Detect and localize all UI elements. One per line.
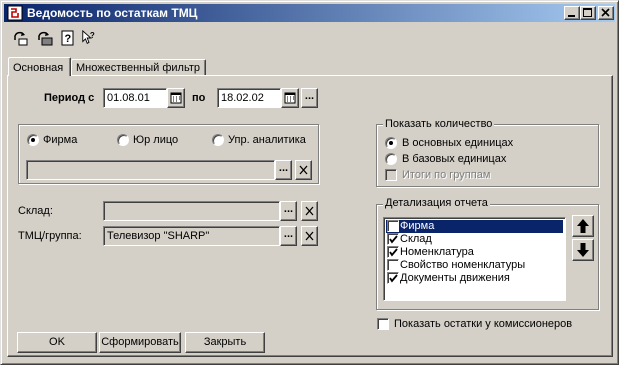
ok-button[interactable]: OK	[17, 332, 97, 353]
warehouse-select-label: ...	[283, 203, 294, 215]
report-window: Ведомость по остаткам ТМЦ ? ? Основная М…	[0, 0, 619, 365]
radio-legal-entity[interactable]	[117, 134, 129, 146]
show-commission-checkbox[interactable]	[377, 318, 389, 330]
item-group-select-button[interactable]: ...	[280, 226, 297, 246]
tab-main-label: Основная	[13, 62, 64, 74]
item-group-clear-button[interactable]	[301, 226, 318, 246]
entity-clear-button[interactable]	[295, 160, 312, 180]
detail-title: Детализация отчета	[383, 197, 490, 209]
radio-legal-entity-label: Юр лицо	[133, 134, 179, 146]
checkmark-icon	[389, 274, 398, 283]
radio-firm-label: Фирма	[43, 134, 78, 146]
calendar-icon	[170, 92, 182, 104]
entity-select-label: ...	[278, 162, 289, 174]
warehouse-input[interactable]	[103, 201, 280, 221]
help-icon[interactable]: ?	[60, 30, 76, 46]
window-title: Ведомость по остаткам ТМЦ	[27, 6, 198, 20]
item-group-value: Телевизор "SHARP"	[107, 230, 210, 242]
minimize-button[interactable]	[564, 6, 580, 20]
minimize-icon	[568, 15, 575, 17]
close-window-button[interactable]	[598, 6, 614, 20]
radio-mgmt-analytics[interactable]	[212, 134, 224, 146]
period-label: Период с	[44, 92, 95, 104]
detail-item-firm-checkbox[interactable]	[387, 220, 399, 232]
radio-base-units-label: В основных единицах	[402, 137, 514, 149]
app-icon	[7, 5, 23, 21]
close-button[interactable]: Закрыть	[185, 332, 265, 353]
period-to-value: 18.02.02	[221, 92, 264, 104]
warehouse-label: Склад:	[18, 205, 53, 217]
tab-multi-filter-label: Множественный фильтр	[76, 62, 200, 74]
move-down-button[interactable]	[572, 239, 594, 261]
detail-list[interactable]: Фирма Склад Номенклатура Свойство номенк…	[383, 217, 566, 301]
radio-base-units[interactable]	[385, 137, 397, 149]
move-up-button[interactable]	[572, 215, 594, 237]
clear-icon	[299, 165, 308, 175]
period-from-calendar-button[interactable]	[167, 88, 185, 108]
print-icon[interactable]	[37, 30, 53, 46]
radio-basic-units[interactable]	[385, 153, 397, 165]
close-icon	[601, 8, 610, 17]
clear-icon	[305, 206, 314, 216]
maximize-icon	[583, 8, 592, 17]
detail-item-nomenclature-property[interactable]: Свойство номенклатуры	[386, 259, 563, 272]
detail-item-nomenclature-property-checkbox[interactable]	[387, 259, 399, 271]
svg-text:?: ?	[90, 31, 95, 40]
clear-icon	[305, 231, 314, 241]
detail-item-movement-docs[interactable]: Документы движения	[386, 272, 563, 285]
show-commission-label: Показать остатки у комиссионеров	[394, 318, 573, 330]
close-button-label: Закрыть	[203, 336, 247, 348]
period-to-calendar-button[interactable]	[281, 88, 299, 108]
checkmark-icon	[389, 248, 398, 257]
detail-item-nomenclature-checkbox[interactable]	[387, 246, 399, 258]
group-totals-checkbox[interactable]	[385, 169, 397, 181]
detail-item-nomenclature-label: Номенклатура	[400, 246, 474, 258]
calendar-icon	[284, 92, 296, 104]
context-help-icon[interactable]: ?	[81, 30, 97, 46]
radio-basic-units-label: В базовых единицах	[402, 153, 507, 165]
checkmark-icon	[389, 235, 398, 244]
arrow-up-icon	[577, 219, 589, 233]
ok-button-label: OK	[49, 336, 65, 348]
print-preview-icon[interactable]	[13, 30, 29, 46]
detail-item-firm[interactable]: Фирма	[386, 220, 563, 233]
entity-value-input[interactable]	[26, 160, 275, 180]
warehouse-select-button[interactable]: ...	[280, 201, 297, 221]
tab-main[interactable]: Основная	[8, 57, 71, 76]
detail-item-warehouse-checkbox[interactable]	[387, 233, 399, 245]
tab-multi-filter[interactable]: Множественный фильтр	[71, 59, 206, 76]
detail-item-movement-docs-label: Документы движения	[400, 272, 510, 284]
period-to-input[interactable]: 18.02.02	[217, 88, 281, 108]
period-to-label: по	[192, 92, 206, 104]
arrow-down-icon	[577, 243, 589, 257]
period-from-input[interactable]: 01.08.01	[103, 88, 167, 108]
item-group-select-label: ...	[283, 228, 294, 240]
period-more-label: ...	[304, 90, 315, 102]
group-totals-label: Итоги по группам	[402, 169, 491, 181]
entity-select-button[interactable]: ...	[275, 160, 292, 180]
radio-mgmt-analytics-label: Упр. аналитика	[228, 134, 306, 146]
svg-text:?: ?	[65, 33, 72, 45]
detail-item-nomenclature[interactable]: Номенклатура	[386, 246, 563, 259]
detail-item-warehouse[interactable]: Склад	[386, 233, 563, 246]
detail-item-firm-label: Фирма	[400, 220, 435, 232]
warehouse-clear-button[interactable]	[301, 201, 318, 221]
item-group-label: ТМЦ/группа:	[18, 230, 82, 242]
generate-button-label: Сформировать	[101, 336, 179, 348]
detail-item-warehouse-label: Склад	[400, 233, 432, 245]
period-more-button[interactable]: ...	[301, 88, 318, 108]
generate-button[interactable]: Сформировать	[99, 332, 181, 353]
detail-item-nomenclature-property-label: Свойство номенклатуры	[400, 259, 526, 271]
radio-firm[interactable]	[27, 134, 39, 146]
show-quantity-title: Показать количество	[383, 118, 495, 130]
title-bar[interactable]: Ведомость по остаткам ТМЦ	[4, 4, 615, 22]
item-group-input[interactable]: Телевизор "SHARP"	[103, 226, 280, 246]
detail-item-movement-docs-checkbox[interactable]	[387, 272, 399, 284]
maximize-button[interactable]	[580, 6, 596, 20]
period-from-value: 01.08.01	[107, 92, 150, 104]
